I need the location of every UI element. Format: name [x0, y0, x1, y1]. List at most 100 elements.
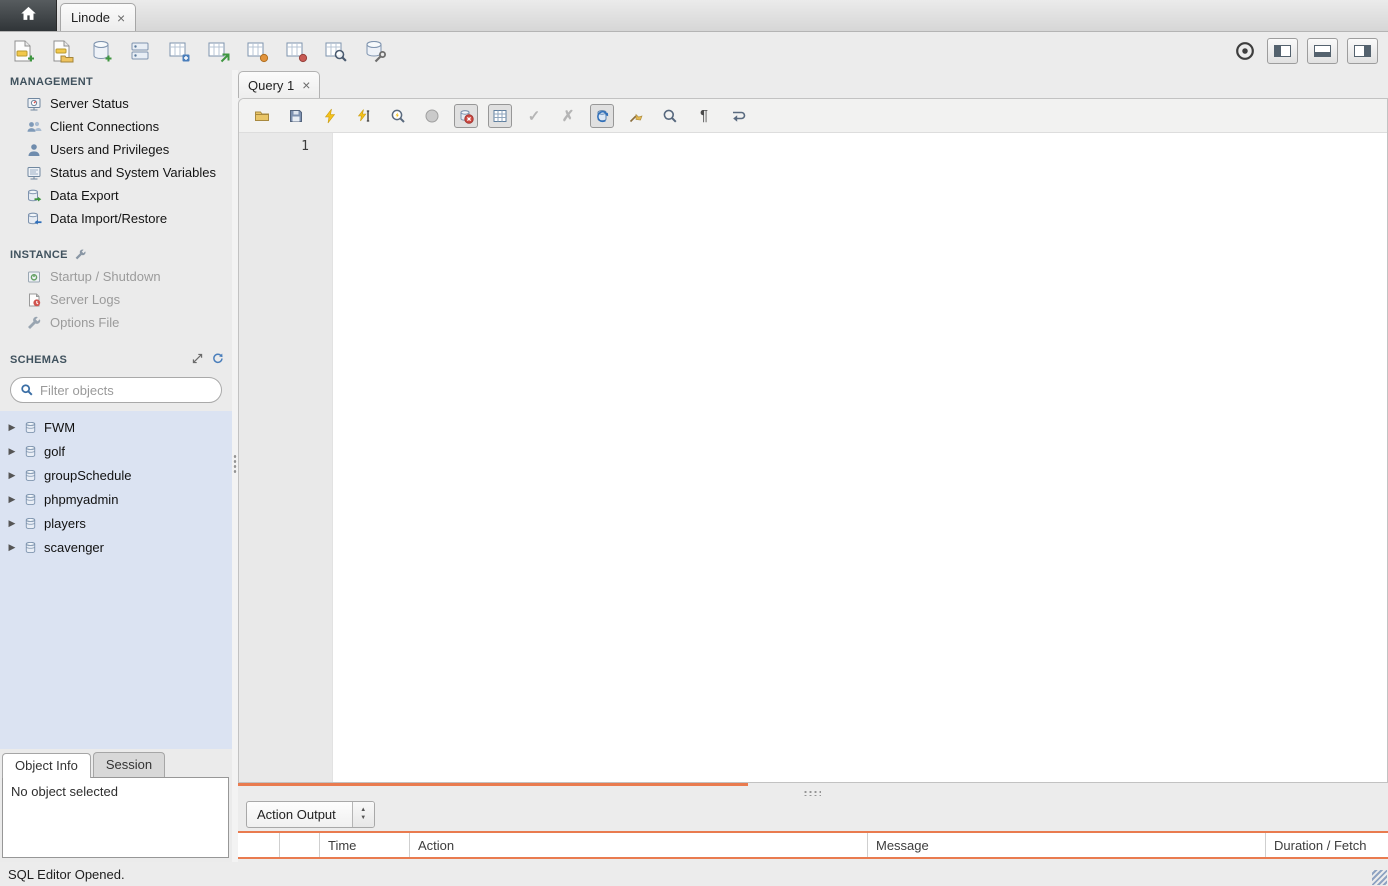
stepper-up-icon: ▲ [360, 807, 366, 815]
output-selector-bar: Action Output ▲ ▼ [238, 798, 1388, 831]
data-export-icon [26, 188, 42, 204]
rollback-icon[interactable]: ✗ [556, 104, 580, 128]
action-output-select[interactable]: Action Output ▲ ▼ [246, 801, 375, 828]
expander-icon[interactable]: ▶ [7, 470, 17, 481]
sidebar-item-label: Data Import/Restore [50, 211, 167, 226]
tab-object-info[interactable]: Object Info [2, 753, 91, 778]
sidebar-item-label: Status and System Variables [50, 165, 216, 180]
schema-name: FWM [44, 420, 75, 435]
output-col-duration[interactable]: Duration / Fetch [1266, 833, 1388, 857]
limit-rows-icon[interactable] [488, 104, 512, 128]
expander-icon[interactable]: ▶ [7, 494, 17, 505]
object-info-panel: No object selected [2, 777, 229, 858]
output-splitter[interactable] [238, 786, 1388, 798]
commit-icon[interactable]: ✓ [522, 104, 546, 128]
open-sql-script-icon[interactable] [49, 38, 75, 64]
expand-schemas-icon[interactable] [191, 352, 204, 368]
column-label: Duration / Fetch [1274, 838, 1367, 853]
schema-item-phpmyadmin[interactable]: ▶ phpmyadmin [0, 487, 232, 511]
schema-item-scavenger[interactable]: ▶ scavenger [0, 535, 232, 559]
sidebar-item-client-connections[interactable]: Client Connections [0, 115, 232, 138]
column-label: Time [328, 838, 356, 853]
sidebar-item-server-status[interactable]: Server Status [0, 92, 232, 115]
tab-session[interactable]: Session [93, 752, 165, 777]
schema-filter-input[interactable] [40, 383, 216, 398]
resize-grip-icon[interactable] [1372, 870, 1387, 885]
execute-current-statement-icon[interactable] [352, 104, 376, 128]
new-table-icon[interactable] [166, 38, 192, 64]
database-icon [23, 420, 38, 435]
select-stepper[interactable]: ▲ ▼ [352, 802, 374, 827]
search-table-data-icon[interactable] [322, 38, 348, 64]
schema-item-groupschedule[interactable]: ▶ groupSchedule [0, 463, 232, 487]
code-editor[interactable]: 1 [239, 133, 1387, 782]
explain-icon[interactable] [386, 104, 410, 128]
tab-label: Session [106, 757, 152, 772]
new-schema-icon[interactable] [88, 38, 114, 64]
sidebar-item-users-and-privileges[interactable]: Users and Privileges [0, 138, 232, 161]
expander-icon[interactable]: ▶ [7, 446, 17, 457]
server-connections-icon[interactable] [127, 38, 153, 64]
output-col-message[interactable]: Message [868, 833, 1266, 857]
home-tab-button[interactable] [0, 0, 57, 31]
sidebar-item-status-system-variables[interactable]: Status and System Variables [0, 161, 232, 184]
expander-icon[interactable]: ▶ [7, 542, 17, 553]
find-icon[interactable] [658, 104, 682, 128]
wrap-text-icon[interactable] [726, 104, 750, 128]
execute-icon[interactable] [318, 104, 342, 128]
expander-icon[interactable]: ▶ [7, 518, 17, 529]
output-col-status [238, 833, 280, 857]
management-title: MANAGEMENT [10, 76, 93, 88]
stop-icon[interactable] [420, 104, 444, 128]
toggle-stop-on-error-icon[interactable] [454, 104, 478, 128]
wrench-icon [26, 315, 42, 331]
toggle-right-sidebar-button[interactable] [1347, 38, 1378, 64]
schema-item-golf[interactable]: ▶ golf [0, 439, 232, 463]
sidebar-item-data-export[interactable]: Data Export [0, 184, 232, 207]
expander-icon[interactable]: ▶ [7, 422, 17, 433]
sidebar-item-server-logs[interactable]: Server Logs [0, 288, 232, 311]
invisible-characters-icon[interactable]: ¶ [692, 104, 716, 128]
sidebar-item-options-file[interactable]: Options File [0, 311, 232, 334]
new-query-tab-icon[interactable] [10, 38, 36, 64]
refresh-schemas-icon[interactable] [211, 352, 224, 368]
connection-tab-label: Linode [71, 10, 110, 25]
save-script-icon[interactable] [284, 104, 308, 128]
schema-tree: ▶ FWM ▶ golf ▶ groupSchedule ▶ phpmyadmi… [0, 411, 232, 749]
users-privileges-icon [26, 142, 42, 158]
panel-bottom-icon [1314, 45, 1331, 57]
toggle-bottom-panel-button[interactable] [1307, 38, 1338, 64]
toggle-autocommit-icon[interactable] [590, 104, 614, 128]
server-administration-icon[interactable] [361, 38, 387, 64]
connection-tab-linode[interactable]: Linode × [60, 3, 136, 31]
instance-section-header: INSTANCE [0, 242, 232, 265]
open-script-icon[interactable] [250, 104, 274, 128]
pilcrow-icon: ¶ [700, 107, 708, 124]
schema-item-fwm[interactable]: ▶ FWM [0, 415, 232, 439]
beautify-icon[interactable] [624, 104, 648, 128]
sidebar-item-label: Server Logs [50, 292, 120, 307]
schema-item-players[interactable]: ▶ players [0, 511, 232, 535]
new-procedure-icon[interactable] [244, 38, 270, 64]
output-col-action[interactable]: Action [410, 833, 868, 857]
client-connections-icon [26, 119, 42, 135]
splitter-handle-icon [803, 790, 821, 796]
main-toolbar-right [1232, 38, 1378, 64]
schema-name: scavenger [44, 540, 104, 555]
output-col-time[interactable]: Time [320, 833, 410, 857]
code-area[interactable] [333, 133, 1387, 782]
close-tab-icon[interactable]: × [117, 11, 125, 25]
sidebar-item-data-import-restore[interactable]: Data Import/Restore [0, 207, 232, 230]
main-toolbar-left [10, 38, 387, 64]
stepper-down-icon: ▼ [360, 815, 366, 823]
sql-editor-toolbar: ✓ ✗ ¶ [239, 99, 1387, 133]
new-function-icon[interactable] [283, 38, 309, 64]
toggle-left-sidebar-button[interactable] [1267, 38, 1298, 64]
sidebar-item-startup-shutdown[interactable]: Startup / Shutdown [0, 265, 232, 288]
new-view-icon[interactable] [205, 38, 231, 64]
mysql-workbench-window: Linode × [0, 0, 1388, 886]
status-variables-icon [26, 165, 42, 181]
panel-right-icon [1354, 45, 1371, 57]
close-query-tab-icon[interactable]: × [302, 78, 310, 92]
tab-query-1[interactable]: Query 1 × [238, 71, 320, 98]
